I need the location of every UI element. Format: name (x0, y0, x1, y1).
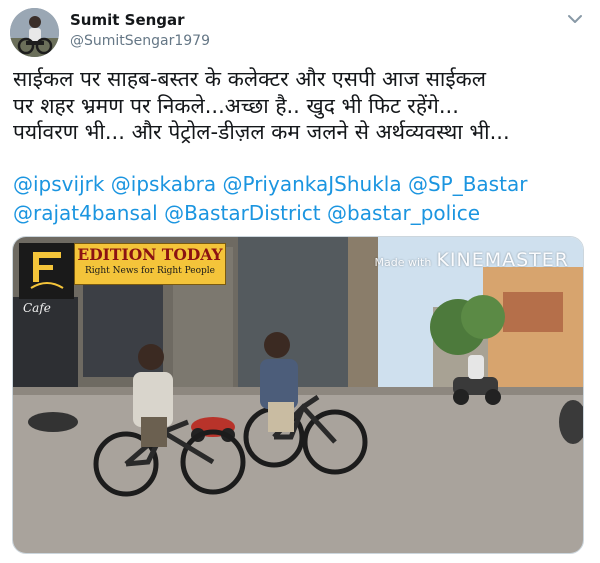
chevron-down-icon[interactable] (566, 12, 584, 26)
tweet-line: पर्यावरण भी... और पेट्रोल-डीज़ल कम जलने … (13, 120, 510, 144)
brand-tagline: Right News for Right People (84, 266, 216, 276)
tweet-text: साईकल पर साहब-बस्तर के कलेक्टर और एसपी आ… (13, 66, 593, 146)
tweet-media-video[interactable]: EDITION TODAY Right News for Right Peopl… (12, 236, 584, 554)
mention-link[interactable]: @PriyankaJShukla (223, 172, 402, 196)
edition-today-logo (19, 243, 74, 299)
logo-mark (29, 252, 64, 289)
mention-link[interactable]: @ipsvijrk (13, 172, 104, 196)
tweet-line: पर शहर भ्रमण पर निकले...अच्छा है.. खुद भ… (13, 93, 459, 118)
watermark-prefix: Made with (374, 256, 432, 269)
mention-link[interactable]: @rajat4bansal (13, 201, 158, 225)
watermark-brand: KINEMASTER (436, 249, 569, 271)
mention-link[interactable]: @SP_Bastar (408, 172, 527, 196)
edition-today-banner: EDITION TODAY Right News for Right Peopl… (74, 243, 226, 285)
avatar-image (10, 8, 59, 57)
mentions: @ipsvijrk @ipskabra @PriyankaJShukla @SP… (13, 170, 593, 228)
storefront-sign: Cafe (23, 301, 51, 315)
mention-link[interactable]: @ipskabra (111, 172, 216, 196)
tweet-line: साईकल पर साहब-बस्तर के कलेक्टर और एसपी आ… (13, 67, 487, 91)
kinemaster-watermark: Made with KINEMASTER (375, 249, 569, 271)
mention-link[interactable]: @BastarDistrict (164, 201, 321, 225)
author-name[interactable]: Sumit Sengar (70, 11, 185, 29)
mention-link[interactable]: @bastar_police (327, 201, 480, 225)
brand-name: EDITION TODAY (77, 245, 223, 264)
avatar[interactable] (10, 8, 59, 57)
author-handle[interactable]: @SumitSengar1979 (70, 33, 210, 49)
